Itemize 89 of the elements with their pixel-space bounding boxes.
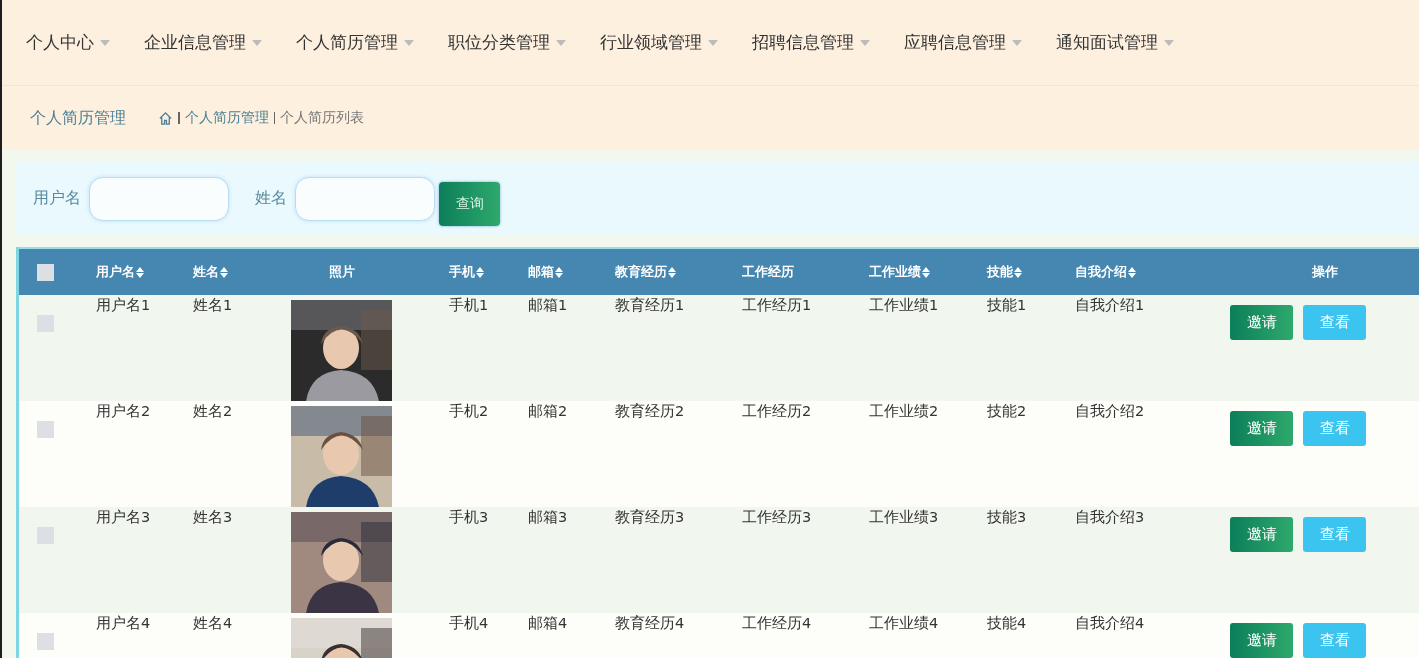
breadcrumb-link[interactable]: 个人简历管理 — [184, 109, 269, 127]
column-header: 自我介绍 — [1075, 263, 1127, 281]
table-cell-text: 姓名4 — [193, 614, 233, 631]
invite-button[interactable]: 邀请 — [1230, 623, 1293, 658]
sort-icon[interactable] — [1014, 266, 1022, 278]
invite-button[interactable]: 邀请 — [1230, 305, 1293, 340]
sort-icon[interactable] — [220, 266, 228, 278]
invite-button[interactable]: 邀请 — [1230, 411, 1293, 446]
field-label: 姓名 — [255, 188, 287, 209]
table-cell-text: 用户名1 — [96, 296, 151, 313]
table-cell-text: 手机1 — [449, 296, 489, 313]
column-header: 操作 — [1311, 263, 1338, 281]
table-cell-text: 自我介绍3 — [1075, 508, 1145, 525]
checkbox[interactable] — [37, 527, 54, 544]
table-cell-text: 手机2 — [449, 402, 489, 419]
nav-menu-item[interactable]: 职位分类管理 — [448, 31, 566, 54]
table-cell-text: 用户名3 — [96, 508, 151, 525]
invite-button[interactable]: 邀请 — [1230, 517, 1293, 552]
caret-icon — [252, 39, 262, 46]
table-cell-text: 工作业绩3 — [869, 508, 939, 525]
table-cell-text: 工作经历3 — [742, 508, 812, 525]
nav-menu-item[interactable]: 行业领域管理 — [600, 31, 718, 54]
page-title: 个人简历管理 — [30, 107, 126, 129]
table-cell-text: 技能1 — [987, 296, 1027, 313]
caret-icon — [404, 39, 414, 46]
sort-icon[interactable] — [136, 266, 144, 278]
table-cell-text: 邮箱2 — [528, 402, 568, 419]
checkbox[interactable] — [37, 633, 54, 650]
column-header: 手机 — [449, 263, 475, 281]
nav-menu-item[interactable]: 应聘信息管理 — [904, 31, 1022, 54]
table-cell-text: 教育经历3 — [615, 508, 685, 525]
table-cell-text: 教育经历2 — [615, 402, 685, 419]
table-cell-text: 工作经历4 — [742, 614, 812, 631]
table-cell-text: 工作业绩2 — [869, 402, 939, 419]
table-cell-text: 教育经历4 — [615, 614, 685, 631]
table-cell-text: 工作经历2 — [742, 402, 812, 419]
field-label: 用户名 — [33, 188, 81, 209]
nav-menu-item[interactable]: 企业信息管理 — [144, 31, 262, 54]
table-cell-text: 姓名3 — [193, 508, 233, 525]
caret-icon — [708, 39, 718, 46]
table-cell-text: 姓名2 — [193, 402, 233, 419]
column-header: 用户名 — [96, 263, 135, 281]
table-cell-text: 自我介绍4 — [1075, 614, 1145, 631]
table-cell-text: 工作业绩1 — [869, 296, 939, 313]
search-field[interactable] — [295, 176, 435, 221]
sort-icon[interactable] — [1128, 266, 1136, 278]
table-cell-text: 技能4 — [987, 614, 1027, 631]
column-header: 工作业绩 — [869, 263, 921, 281]
search-field[interactable] — [89, 176, 229, 221]
table-cell-text: 自我介绍1 — [1075, 296, 1145, 313]
table-cell-text: 工作业绩4 — [869, 614, 939, 631]
nav-menu-item[interactable]: 个人中心 — [26, 31, 110, 54]
column-header: 教育经历 — [615, 263, 667, 281]
table-cell-text: 技能3 — [987, 508, 1027, 525]
table-cell-text: 手机4 — [449, 614, 489, 631]
column-header: 邮箱 — [528, 263, 554, 281]
breadcrumb-link[interactable]: 个人简历列表 — [280, 109, 364, 127]
nav-menu-item[interactable]: 个人简历管理 — [296, 31, 414, 54]
caret-icon — [1012, 39, 1022, 46]
home-icon[interactable] — [158, 110, 173, 126]
search-button[interactable]: 查询 — [439, 181, 500, 226]
column-header: 姓名 — [193, 263, 219, 281]
table-cell-text: 用户名2 — [96, 402, 151, 419]
table-cell-text: 邮箱1 — [528, 296, 568, 313]
table-cell-text: 姓名1 — [193, 296, 233, 313]
table-cell-text: 教育经历1 — [615, 296, 685, 313]
caret-icon — [860, 39, 870, 46]
column-header: 工作经历 — [742, 263, 794, 281]
caret-icon — [556, 39, 566, 46]
checkbox[interactable] — [37, 421, 54, 438]
table-cell-text: 技能2 — [987, 402, 1027, 419]
sort-icon[interactable] — [668, 266, 676, 278]
nav-menu-item[interactable]: 招聘信息管理 — [752, 31, 870, 54]
sort-icon[interactable] — [476, 266, 484, 278]
nav-menu-item[interactable]: 通知面试管理 — [1056, 31, 1174, 54]
table-cell-text: 工作经历1 — [742, 296, 812, 313]
column-header: 照片 — [328, 263, 355, 281]
table-cell-text: 邮箱4 — [528, 614, 568, 631]
checkbox[interactable] — [37, 263, 54, 281]
sort-icon[interactable] — [922, 266, 930, 278]
caret-icon — [100, 39, 110, 46]
table-cell-text: 自我介绍2 — [1075, 402, 1145, 419]
table-cell-text: 邮箱3 — [528, 508, 568, 525]
checkbox[interactable] — [37, 315, 54, 332]
column-header: 技能 — [987, 263, 1013, 281]
table-cell-text: 手机3 — [449, 508, 489, 525]
sort-icon[interactable] — [555, 266, 563, 278]
table-cell-text: 用户名4 — [96, 614, 151, 631]
caret-icon — [1164, 39, 1174, 46]
